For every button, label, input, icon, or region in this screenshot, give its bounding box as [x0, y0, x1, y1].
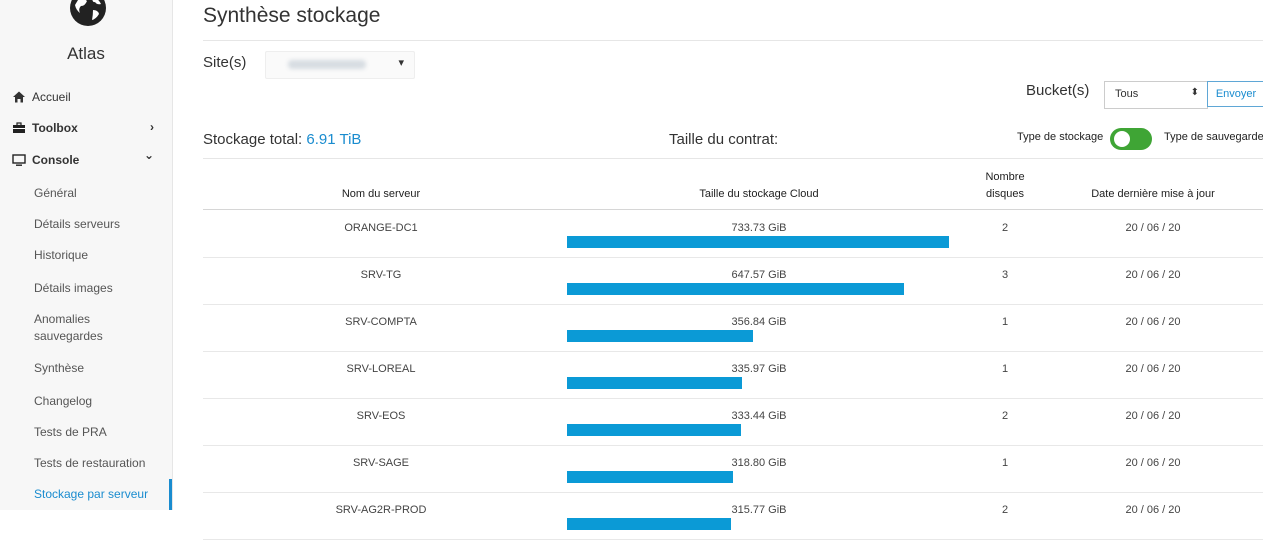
cloud-size: 333.44 GiB — [731, 410, 787, 422]
storage-bar — [567, 424, 741, 436]
bucket-label: Bucket(s) — [1026, 82, 1090, 99]
sidebar-item-historique[interactable]: Historique — [34, 247, 164, 264]
table-row[interactable]: SRV-LOREAL 335.97 GiB 1 20 / 06 / 20 — [203, 351, 1263, 399]
sidebar-item-general[interactable]: Général — [34, 185, 164, 202]
cloud-size: 318.80 GiB — [731, 457, 787, 469]
globe-icon — [70, 0, 106, 26]
sidebar-item-label: Console — [32, 153, 80, 167]
last-update-date: 20 / 06 / 20 — [1125, 363, 1181, 375]
cloud-size: 647.57 GiB — [731, 269, 787, 281]
server-name: SRV-COMPTA — [345, 316, 417, 328]
sidebar-item-details-images[interactable]: Détails images — [34, 280, 164, 297]
briefcase-icon — [13, 122, 25, 133]
app-name: Atlas — [67, 44, 105, 63]
storage-bar — [567, 283, 904, 295]
server-name: SRV-AG2R-PROD — [335, 504, 427, 516]
page-title: Synthèse stockage — [203, 4, 381, 27]
disk-count: 3 — [1001, 269, 1009, 281]
monitor-icon — [12, 154, 26, 166]
site-label: Site(s) — [203, 54, 247, 71]
toggle-left-label: Type de stockage — [1017, 131, 1104, 143]
bucket-selected-value: Tous — [1115, 88, 1139, 100]
table-row[interactable]: SRV-AG2R-PROD 315.77 GiB 2 20 / 06 / 20 — [203, 492, 1263, 540]
storage-total-value: 6.91 TiB — [306, 131, 362, 148]
divider — [203, 40, 1263, 41]
header-disks-line1: Nombre — [985, 171, 1025, 183]
storage-bar — [567, 236, 949, 248]
header-last-update: Date dernière mise à jour — [1091, 188, 1215, 200]
disk-count: 1 — [1001, 363, 1009, 375]
header-disks-line2: disques — [986, 188, 1024, 200]
contract-size-label: Taille du contrat: — [669, 131, 779, 148]
storage-bar — [567, 518, 731, 530]
bucket-select[interactable]: Tous ⬍ — [1104, 81, 1208, 109]
cloud-size: 315.77 GiB — [731, 504, 787, 516]
table-row[interactable]: SRV-COMPTA 356.84 GiB 1 20 / 06 / 20 — [203, 304, 1263, 352]
toggle-knob — [1114, 131, 1130, 147]
storage-bar — [567, 471, 733, 483]
sidebar-item-anomalies-sauvegardes[interactable]: Anomalies sauvegardes — [34, 311, 144, 345]
last-update-date: 20 / 06 / 20 — [1125, 457, 1181, 469]
last-update-date: 20 / 06 / 20 — [1125, 269, 1181, 281]
sidebar-item-accueil[interactable]: Accueil — [12, 87, 160, 107]
server-name: SRV-TG — [360, 269, 402, 281]
chevron-right-icon: › — [150, 120, 154, 134]
sidebar-item-toolbox[interactable]: Toolbox › — [12, 118, 160, 138]
cloud-size: 733.73 GiB — [731, 222, 787, 234]
table-row[interactable]: SRV-TG 647.57 GiB 3 20 / 06 / 20 — [203, 257, 1263, 305]
last-update-date: 20 / 06 / 20 — [1125, 222, 1181, 234]
server-name: ORANGE-DC1 — [344, 222, 418, 234]
sidebar-item-tests-restauration[interactable]: Tests de restauration — [34, 455, 164, 472]
storage-type-toggle[interactable] — [1110, 128, 1152, 150]
table-row[interactable]: ORANGE-DC1 733.73 GiB 2 20 / 06 / 20 — [203, 210, 1263, 258]
chevron-down-icon: ▾ — [398, 57, 404, 69]
divider — [203, 158, 1263, 159]
sidebar: Atlas Accueil Toolbox › Console ⌄ Généra… — [0, 0, 173, 510]
site-select[interactable]: ▾ — [265, 51, 415, 79]
storage-bar — [567, 330, 753, 342]
site-selected-value-redacted — [288, 60, 366, 69]
server-name: SRV-EOS — [356, 410, 406, 422]
disk-count: 2 — [1001, 410, 1009, 422]
sidebar-item-tests-pra[interactable]: Tests de PRA — [34, 424, 164, 441]
sidebar-item-console[interactable]: Console ⌄ — [12, 148, 160, 170]
server-name: SRV-SAGE — [352, 457, 410, 469]
storage-bar — [567, 377, 742, 389]
last-update-date: 20 / 06 / 20 — [1125, 410, 1181, 422]
storage-total: Stockage total: 6.91 TiB — [203, 131, 361, 148]
sidebar-item-details-serveurs[interactable]: Détails serveurs — [34, 216, 164, 233]
sidebar-item-label: Accueil — [32, 90, 71, 104]
sidebar-item-changelog[interactable]: Changelog — [34, 393, 164, 410]
disk-count: 2 — [1001, 504, 1009, 516]
disk-count: 1 — [1001, 457, 1009, 469]
cloud-size: 335.97 GiB — [731, 363, 787, 375]
last-update-date: 20 / 06 / 20 — [1125, 316, 1181, 328]
server-name: SRV-LOREAL — [346, 363, 416, 375]
disk-count: 1 — [1001, 316, 1009, 328]
chevron-down-icon: ⌄ — [143, 148, 154, 162]
table-row[interactable]: SRV-EOS 333.44 GiB 2 20 / 06 / 20 — [203, 398, 1263, 446]
disk-count: 2 — [1001, 222, 1009, 234]
storage-total-label: Stockage total: — [203, 131, 307, 148]
main-content: Synthèse stockage Site(s) ▾ Bucket(s) To… — [203, 0, 1263, 540]
sidebar-item-label: Toolbox — [32, 121, 78, 135]
toggle-right-label: Type de sauvegarde — [1164, 131, 1263, 143]
sidebar-item-stockage-par-serveur[interactable]: Stockage par serveur — [34, 486, 164, 503]
cloud-size: 356.84 GiB — [731, 316, 787, 328]
sidebar-item-synthese[interactable]: Synthèse — [34, 360, 164, 377]
select-arrows-icon: ⬍ — [1190, 87, 1199, 98]
table-row[interactable]: SRV-SAGE 318.80 GiB 1 20 / 06 / 20 — [203, 445, 1263, 493]
last-update-date: 20 / 06 / 20 — [1125, 504, 1181, 516]
home-icon — [13, 91, 25, 103]
active-indicator — [169, 479, 172, 510]
header-server-name: Nom du serveur — [341, 188, 421, 200]
envoyer-button[interactable]: Envoyer — [1207, 81, 1263, 107]
header-cloud-size: Taille du stockage Cloud — [699, 188, 819, 200]
